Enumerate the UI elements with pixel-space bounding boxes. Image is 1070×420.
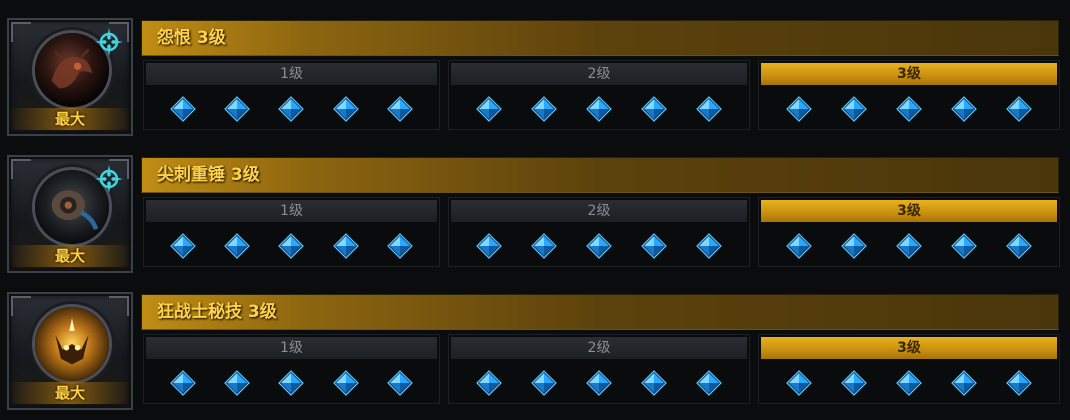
blue-gem-icon [896,96,922,122]
blue-gem-icon [170,233,196,259]
max-rank-label: 最大 [9,382,131,404]
blue-gem-icon [840,96,867,122]
blue-gem-icon [696,370,723,396]
skill-rank-panel: 最大 怨恨 3级 1级 2级 3级 最大 尖刺重锤 3级 1级 2级 3级 最大… [0,0,1070,412]
blue-gem-icon [332,233,359,259]
blue-gem-icon [170,370,196,396]
blue-gem-icon [840,370,867,396]
level-label: 1级 [146,200,437,222]
blue-gem-icon [332,370,359,396]
skill-name: 狂战士秘技 3级 [157,302,277,322]
gem-group [759,230,1059,262]
level-label: 3级 [761,337,1057,359]
max-rank-label: 最大 [9,108,131,130]
gem-group [449,367,749,399]
level-label: 2级 [451,200,747,222]
blue-gem-icon [840,233,867,259]
blue-gem-icon [641,370,668,396]
blue-gem-icon [332,96,359,122]
gem-group [144,230,439,262]
blue-gem-icon [475,233,502,259]
skill-name: 尖刺重锤 3级 [157,165,260,185]
blue-gem-icon [386,233,413,259]
gem-group [449,93,749,125]
level-column[interactable]: 1级 [143,197,440,267]
blue-gem-icon [530,370,557,396]
skill-icon-frame[interactable]: 最大 [7,18,133,136]
blue-gem-icon [641,233,668,259]
level-column-active[interactable]: 3级 [758,334,1060,404]
max-rank-label: 最大 [9,245,131,267]
gem-group [144,93,439,125]
level-label: 2级 [451,63,747,85]
skill-name: 怨恨 3级 [157,28,226,48]
level-column[interactable]: 1级 [143,60,440,130]
blue-gem-icon [641,96,668,122]
blue-gem-icon [224,233,251,259]
skill-icon-frame[interactable]: 最大 [7,292,133,410]
skill-row: 最大 怨恨 3级 1级 2级 3级 [0,14,1070,146]
level-column[interactable]: 2级 [448,60,750,130]
level-label: 2级 [451,337,747,359]
blue-gem-icon [1006,233,1033,259]
skill-row: 最大 尖刺重锤 3级 1级 2级 3级 [0,151,1070,283]
blue-gem-icon [1006,96,1033,122]
skill-title-bar: 怨恨 3级 [141,20,1059,56]
level-column[interactable]: 2级 [448,334,750,404]
skill-title-bar: 狂战士秘技 3级 [141,294,1059,330]
compass-icon [95,165,123,193]
blue-gem-icon [224,370,251,396]
blue-gem-icon [896,370,922,396]
blue-gem-icon [586,233,612,259]
blue-gem-icon [530,233,557,259]
gem-group [144,367,439,399]
skill-icon-frame[interactable]: 最大 [7,155,133,273]
level-column-active[interactable]: 3级 [758,197,1060,267]
skill-title-bar: 尖刺重锤 3级 [141,157,1059,193]
gem-group [759,93,1059,125]
level-column[interactable]: 1级 [143,334,440,404]
level-label: 3级 [761,63,1057,85]
blue-gem-icon [785,233,812,259]
blue-gem-icon [951,233,978,259]
berserker-skill-icon [32,304,112,384]
blue-gem-icon [475,96,502,122]
blue-gem-icon [386,96,413,122]
blue-gem-icon [170,96,196,122]
level-label: 3级 [761,200,1057,222]
level-column[interactable]: 2级 [448,197,750,267]
blue-gem-icon [278,96,305,122]
blue-gem-icon [278,370,305,396]
blue-gem-icon [696,96,723,122]
blue-gem-icon [586,370,612,396]
blue-gem-icon [951,370,978,396]
blue-gem-icon [696,233,723,259]
level-label: 1级 [146,63,437,85]
blue-gem-icon [951,96,978,122]
gem-group [449,230,749,262]
blue-gem-icon [278,233,305,259]
blue-gem-icon [785,370,812,396]
blue-gem-icon [475,370,502,396]
level-label: 1级 [146,337,437,359]
blue-gem-icon [386,370,413,396]
blue-gem-icon [530,96,557,122]
skill-row: 最大 狂战士秘技 3级 1级 2级 3级 [0,288,1070,420]
level-column-active[interactable]: 3级 [758,60,1060,130]
blue-gem-icon [1006,370,1033,396]
blue-gem-icon [896,233,922,259]
blue-gem-icon [224,96,251,122]
gem-group [759,367,1059,399]
blue-gem-icon [785,96,812,122]
compass-icon [95,28,123,56]
blue-gem-icon [586,96,612,122]
